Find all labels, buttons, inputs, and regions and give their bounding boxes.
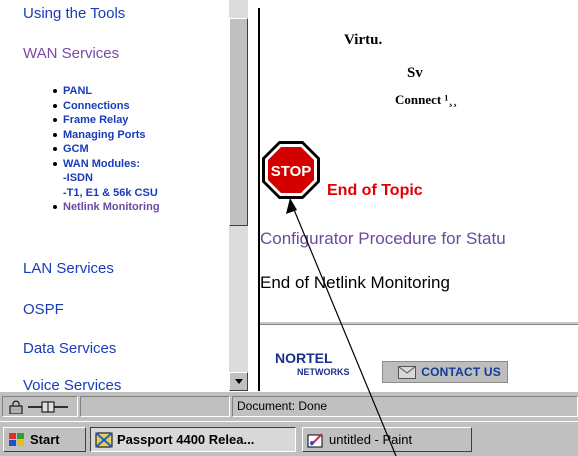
taskbar-item-browser-label: Passport 4400 Relea... bbox=[117, 432, 255, 447]
nortel-networks-logo: NORTEL NETWORKS bbox=[275, 350, 350, 377]
horizontal-rule bbox=[260, 322, 578, 325]
wan-subitems-list: PANL Connections Frame Relay Managing Po… bbox=[53, 84, 160, 215]
navigation-frame: Using the Tools WAN Services PANL Connec… bbox=[0, 0, 229, 391]
arrow-down-icon bbox=[234, 379, 243, 384]
scrollbar-thumb[interactable] bbox=[229, 18, 248, 226]
nav-subitem-gcm[interactable]: GCM bbox=[53, 142, 160, 157]
nav-link-ospf[interactable]: OSPF bbox=[23, 301, 64, 318]
frame-divider[interactable] bbox=[248, 0, 260, 391]
envelope-icon bbox=[398, 365, 417, 379]
windows-logo-icon bbox=[9, 432, 24, 446]
network-connection-icon bbox=[28, 401, 68, 413]
svg-text:NETWORKS: NETWORKS bbox=[297, 367, 350, 377]
paint-brush-icon bbox=[307, 432, 323, 447]
status-icons-panel bbox=[2, 396, 78, 417]
page-title-line-2: Sv bbox=[407, 65, 423, 81]
nav-subitem-connections[interactable]: Connections bbox=[53, 99, 160, 114]
taskbar-item-browser[interactable]: Passport 4400 Relea... bbox=[90, 427, 296, 452]
status-progress-panel bbox=[80, 396, 230, 417]
scroll-down-button[interactable] bbox=[229, 372, 248, 391]
nav-link-lan-services[interactable]: LAN Services bbox=[23, 260, 114, 277]
nav-subitem-wan-modules[interactable]: WAN Modules: bbox=[53, 157, 160, 172]
nav-link-using-the-tools[interactable]: Using the Tools bbox=[23, 5, 125, 22]
contact-us-button[interactable]: CONTACT US bbox=[382, 361, 508, 383]
taskbar-item-paint-label: untitled - Paint bbox=[329, 432, 413, 447]
nav-subitem-t1-e1-csu[interactable]: -T1, E1 & 56k CSU bbox=[63, 186, 160, 201]
page-title-line-1: Virtu. bbox=[344, 32, 383, 48]
nav-subitem-netlink-monitoring[interactable]: Netlink Monitoring bbox=[53, 200, 160, 215]
status-bar: Document: Done bbox=[0, 391, 578, 421]
start-label: Start bbox=[30, 432, 60, 447]
security-lock-icon bbox=[9, 400, 23, 414]
nav-subitem-managing-ports[interactable]: Managing Ports bbox=[53, 128, 160, 143]
contact-us-label: CONTACT US bbox=[421, 365, 501, 379]
nav-link-wan-services[interactable]: WAN Services bbox=[23, 45, 119, 62]
nav-link-data-services[interactable]: Data Services bbox=[23, 340, 116, 357]
nav-scrollbar[interactable] bbox=[229, 0, 248, 391]
nav-subitem-panl[interactable]: PANL bbox=[53, 84, 160, 99]
end-of-topic-heading: End of Topic bbox=[327, 182, 423, 199]
help-book-icon bbox=[95, 431, 113, 448]
end-of-netlink-text: End of Netlink Monitoring bbox=[260, 273, 450, 292]
svg-text:NORTEL: NORTEL bbox=[275, 350, 333, 366]
content-frame: Virtu. Sv Connect ¹¸¸ STOP End of Topic … bbox=[260, 0, 578, 391]
start-button[interactable]: Start bbox=[3, 427, 86, 452]
page-title-line-3: Connect ¹¸¸ bbox=[395, 92, 458, 107]
configurator-procedure-link[interactable]: Configurator Procedure for Statu bbox=[260, 229, 506, 249]
stop-sign-label: STOP bbox=[271, 163, 312, 180]
taskbar-item-paint[interactable]: untitled - Paint bbox=[302, 427, 472, 452]
nav-link-voice-services[interactable]: Voice Services bbox=[23, 377, 121, 391]
nav-subitem-isdn[interactable]: -ISDN bbox=[63, 171, 160, 186]
status-text: Document: Done bbox=[232, 396, 578, 417]
stop-sign-icon: STOP bbox=[262, 141, 320, 199]
windows-taskbar: Start Passport 4400 Relea... untitled - … bbox=[0, 421, 578, 456]
nav-subitem-frame-relay[interactable]: Frame Relay bbox=[53, 113, 160, 128]
